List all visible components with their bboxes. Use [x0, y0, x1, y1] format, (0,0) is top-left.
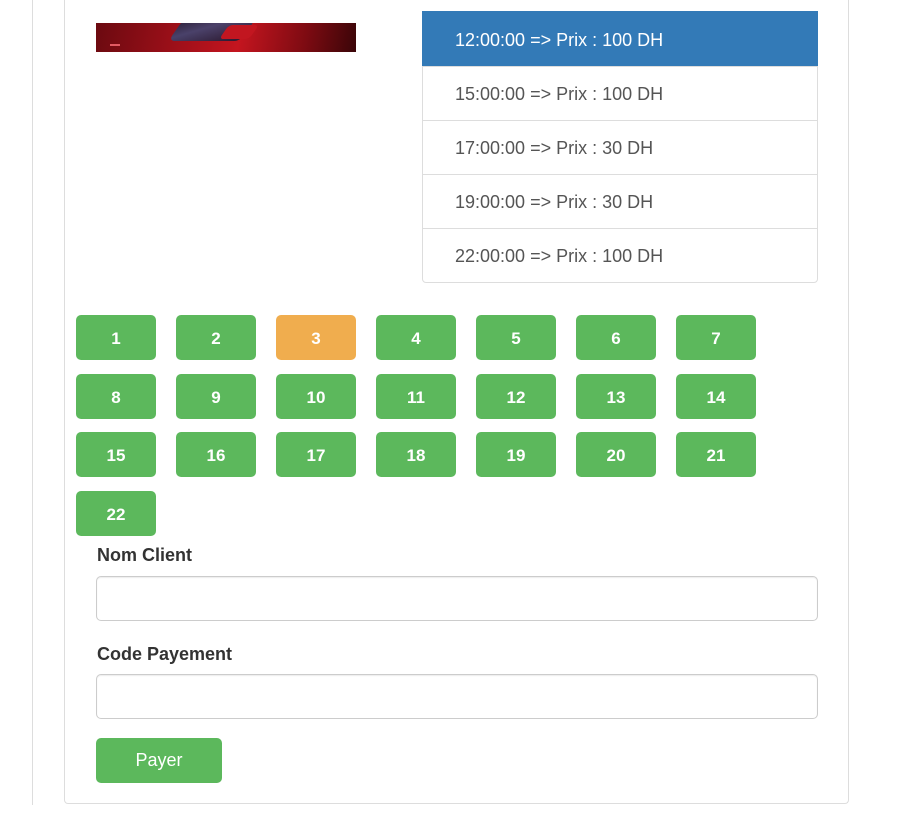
pay-button[interactable]: Payer: [96, 738, 222, 783]
payment-code-input[interactable]: [96, 674, 818, 719]
showtime-item[interactable]: 19:00:00 => Prix : 30 DH: [423, 174, 817, 228]
showtime-item[interactable]: 15:00:00 => Prix : 100 DH: [423, 66, 817, 120]
seat-button[interactable]: 11: [376, 373, 456, 419]
seat-button[interactable]: 12: [476, 373, 556, 419]
seat-button[interactable]: 15: [76, 432, 156, 477]
showtime-item[interactable]: 22:00:00 => Prix : 100 DH: [423, 228, 817, 282]
seat-button[interactable]: 17: [276, 432, 356, 477]
showtime-list: 12:00:00 => Prix : 100 DH 15:00:00 => Pr…: [422, 11, 818, 283]
seat-button[interactable]: 4: [376, 315, 456, 360]
seat-button[interactable]: 6: [576, 315, 656, 360]
left-border: [32, 0, 33, 805]
booking-page: 12:00:00 => Prix : 100 DH 15:00:00 => Pr…: [0, 0, 898, 828]
seat-button[interactable]: 22: [76, 490, 156, 536]
seat-button[interactable]: 13: [576, 373, 656, 419]
seat-button[interactable]: 9: [176, 373, 256, 419]
seat-button[interactable]: 5: [476, 315, 556, 360]
seat-button[interactable]: 10: [276, 373, 356, 419]
payment-code-label: Code Payement: [97, 644, 233, 664]
movie-poster-image: [96, 23, 356, 52]
client-name-label: Nom Client: [97, 545, 193, 565]
seat-button[interactable]: 3: [276, 315, 356, 360]
showtime-item[interactable]: 17:00:00 => Prix : 30 DH: [423, 120, 817, 174]
seat-button[interactable]: 19: [476, 432, 556, 477]
seat-button[interactable]: 20: [576, 432, 656, 477]
seat-button[interactable]: 18: [376, 432, 456, 477]
showtime-item[interactable]: 12:00:00 => Prix : 100 DH: [422, 11, 818, 66]
seat-button[interactable]: 2: [176, 315, 256, 360]
seat-button[interactable]: 16: [176, 432, 256, 477]
seat-button[interactable]: 1: [76, 315, 156, 360]
seat-button[interactable]: 21: [676, 432, 756, 477]
client-name-input[interactable]: [96, 576, 818, 621]
seat-button[interactable]: 8: [76, 373, 156, 419]
poster-artwork-line: [110, 44, 120, 46]
seat-button[interactable]: 7: [676, 315, 756, 360]
seat-button[interactable]: 14: [676, 373, 756, 419]
